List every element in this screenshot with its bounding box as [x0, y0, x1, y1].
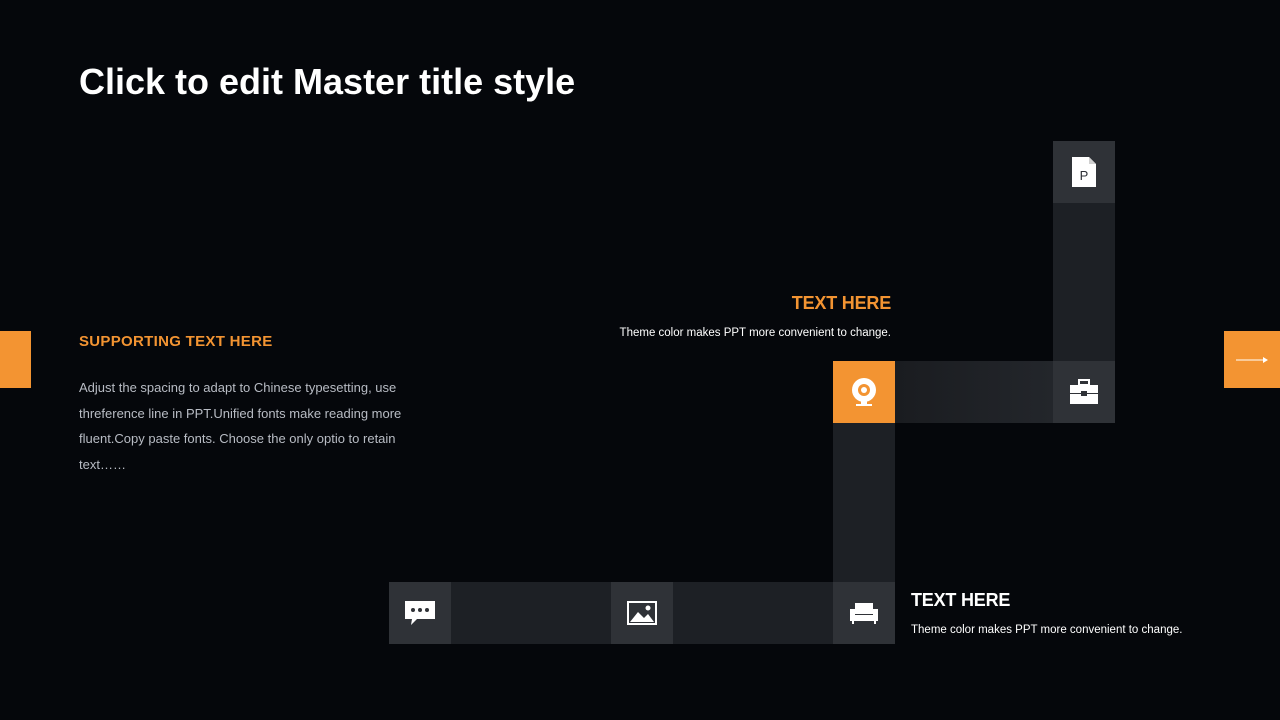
webcam-icon — [852, 378, 876, 406]
sofa-icon — [850, 603, 878, 624]
svg-text:P: P — [1080, 168, 1089, 183]
callout-top-body: Theme color makes PPT more convenient to… — [619, 327, 891, 339]
toolbox-icon — [1070, 379, 1098, 404]
supporting-body: Adjust the spacing to adapt to Chinese t… — [79, 380, 402, 472]
tile-webcam — [833, 361, 895, 423]
tile-powerpoint: P — [1053, 141, 1115, 203]
slide-title: Click to edit Master title style — [79, 61, 576, 102]
tile-chat — [389, 582, 451, 644]
callout-top-heading: TEXT HERE — [791, 293, 891, 313]
tile-toolbox — [1053, 361, 1115, 423]
path-segment-horizontal-top — [894, 361, 1053, 423]
tile-image — [611, 582, 673, 644]
chat-bubble-icon — [405, 601, 435, 625]
image-icon — [627, 601, 657, 625]
path-segment-vertical-right — [1053, 202, 1115, 361]
path-segment-vertical-middle — [833, 423, 895, 582]
arrow-right-icon — [1236, 356, 1268, 363]
callout-bottom-heading: TEXT HERE — [911, 590, 1011, 610]
path-segment-bottom-left — [451, 582, 611, 644]
callout-bottom-body: Theme color makes PPT more convenient to… — [911, 624, 1183, 636]
left-accent-tab — [0, 331, 31, 388]
powerpoint-file-icon: P — [1072, 157, 1096, 187]
tile-sofa — [833, 582, 895, 644]
next-slide-tab[interactable] — [1224, 331, 1280, 388]
path-segment-bottom-right — [673, 582, 833, 644]
supporting-heading: SUPPORTING TEXT HERE — [79, 333, 273, 350]
